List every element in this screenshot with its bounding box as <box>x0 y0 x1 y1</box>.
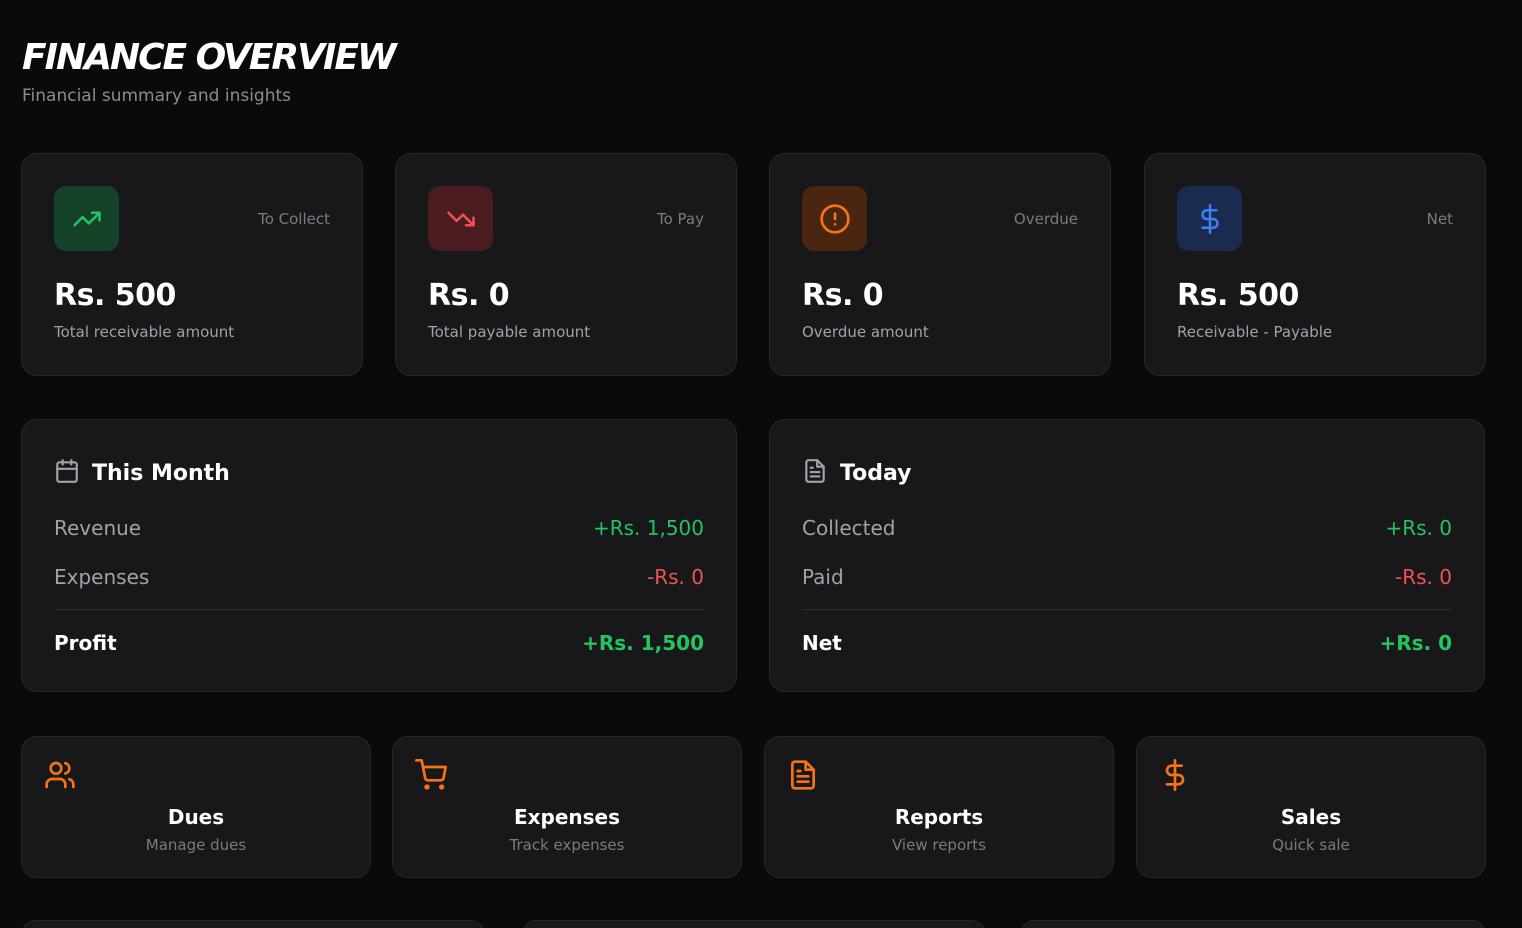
bottom-card-partial <box>1020 920 1486 928</box>
row-value: +Rs. 0 <box>1379 631 1452 655</box>
today-title: Today <box>840 460 912 486</box>
file-text-icon <box>787 759 819 791</box>
today-card: Today Collected +Rs. 0 Paid -Rs. 0 Net +… <box>769 419 1485 692</box>
divider <box>802 609 1452 610</box>
dollar-icon <box>1159 759 1191 791</box>
action-title: Expenses <box>513 805 621 829</box>
stat-card-to-pay: To Pay Rs. 0 Total payable amount <box>395 153 737 376</box>
stat-description: Total receivable amount <box>54 323 235 341</box>
dollar-icon <box>1177 186 1242 251</box>
today-header: Today <box>802 458 911 488</box>
row-value: -Rs. 0 <box>1395 565 1452 589</box>
action-card-sales[interactable]: Sales Quick sale <box>1136 736 1486 878</box>
stat-amount: Rs. 500 <box>54 278 176 313</box>
cart-icon <box>415 759 447 791</box>
divider <box>54 609 704 610</box>
stat-tag: Overdue <box>1013 210 1078 228</box>
page-header: FINANCE OVERVIEW Financial summary and i… <box>22 37 397 107</box>
this-month-card: This Month Revenue +Rs. 1,500 Expenses -… <box>21 419 737 692</box>
stat-tag: To Collect <box>258 210 330 228</box>
page-subtitle: Financial summary and insights <box>22 86 292 106</box>
action-title: Sales <box>1280 805 1342 829</box>
row-label: Collected <box>802 516 896 540</box>
row-label: Expenses <box>54 565 150 589</box>
action-title: Dues <box>167 805 225 829</box>
alert-circle-icon <box>802 186 867 251</box>
stat-card-net: Net Rs. 500 Receivable - Payable <box>1144 153 1486 376</box>
stat-card-to-collect: To Collect Rs. 500 Total receivable amou… <box>21 153 363 376</box>
trending-up-icon <box>54 186 119 251</box>
stat-card-overdue: Overdue Rs. 0 Overdue amount <box>769 153 1111 376</box>
action-title: Reports <box>894 805 984 829</box>
row-value: +Rs. 0 <box>1385 516 1452 540</box>
summary-row-revenue: Revenue +Rs. 1,500 <box>54 516 704 540</box>
row-value: -Rs. 0 <box>647 565 704 589</box>
trending-down-icon <box>428 186 493 251</box>
bottom-card-partial <box>21 920 485 928</box>
stat-tag: Net <box>1426 210 1453 228</box>
page-title: FINANCE OVERVIEW <box>22 37 397 78</box>
summary-row-collected: Collected +Rs. 0 <box>802 516 1452 540</box>
stat-tag: To Pay <box>657 210 704 228</box>
row-label: Paid <box>802 565 844 589</box>
this-month-title: This Month <box>92 460 230 486</box>
stat-amount: Rs. 0 <box>428 278 510 313</box>
action-subtitle: Track expenses <box>509 836 625 854</box>
stat-amount: Rs. 0 <box>802 278 884 313</box>
summary-row-expenses: Expenses -Rs. 0 <box>54 565 704 589</box>
row-value: +Rs. 1,500 <box>592 516 704 540</box>
row-label: Net <box>802 631 842 655</box>
row-label: Revenue <box>54 516 142 540</box>
stat-description: Receivable - Payable <box>1177 323 1333 341</box>
action-card-reports[interactable]: Reports View reports <box>764 736 1114 878</box>
action-card-expenses[interactable]: Expenses Track expenses <box>392 736 742 878</box>
action-subtitle: View reports <box>892 836 986 854</box>
summary-row-profit: Profit +Rs. 1,500 <box>54 631 704 655</box>
action-subtitle: Manage dues <box>145 836 247 854</box>
stat-description: Total payable amount <box>428 323 591 341</box>
summary-row-net: Net +Rs. 0 <box>802 631 1452 655</box>
summary-row-paid: Paid -Rs. 0 <box>802 565 1452 589</box>
action-subtitle: Quick sale <box>1272 836 1350 854</box>
row-value: +Rs. 1,500 <box>582 631 704 655</box>
bottom-card-partial <box>522 920 986 928</box>
calendar-icon <box>54 458 80 488</box>
document-icon <box>802 458 828 488</box>
action-card-dues[interactable]: Dues Manage dues <box>21 736 371 878</box>
users-icon <box>44 759 76 791</box>
stat-description: Overdue amount <box>802 323 929 341</box>
this-month-header: This Month <box>54 458 230 488</box>
row-label: Profit <box>54 631 117 655</box>
stat-amount: Rs. 500 <box>1177 278 1299 313</box>
